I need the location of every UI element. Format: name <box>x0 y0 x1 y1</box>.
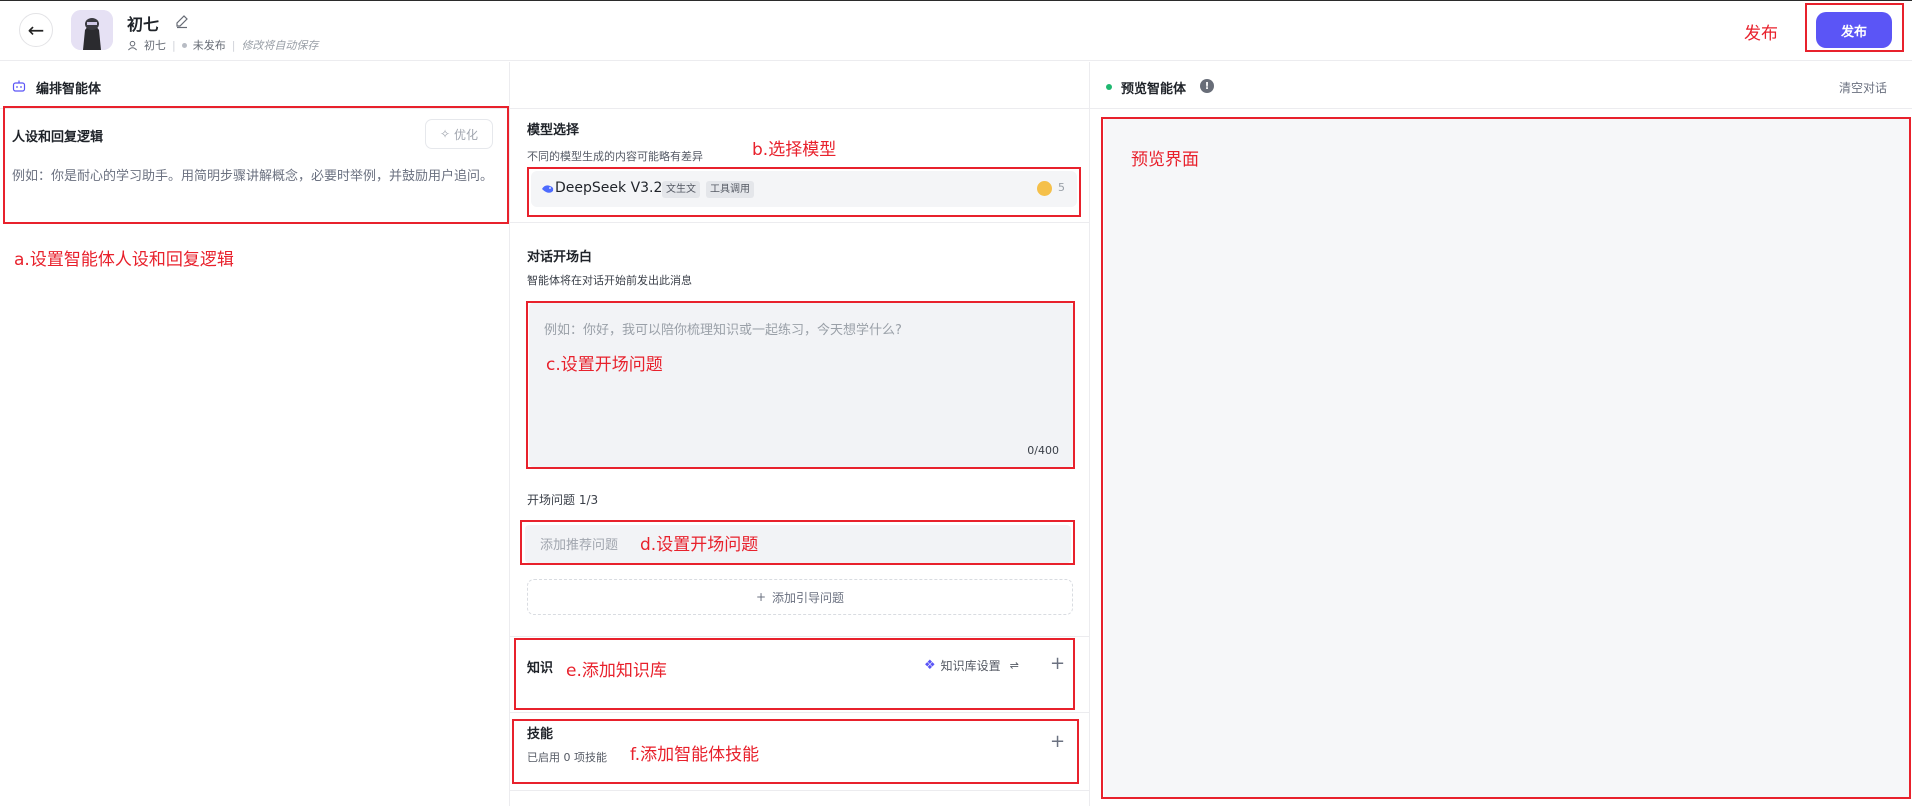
annotation-d: d.设置开场问题 <box>640 535 759 555</box>
section-divider <box>510 790 1090 791</box>
meta-divider: | <box>172 38 176 52</box>
section-divider <box>510 712 1090 713</box>
header-bar: ← 初七 初七 | 未发布 | 修改将自动保存 发布 <box>0 1 1912 61</box>
edit-icon[interactable] <box>174 13 190 29</box>
user-icon <box>128 40 137 50</box>
preview-header: 预览智能体 ! 清空对话 <box>1090 62 1912 109</box>
section-divider <box>510 222 1090 223</box>
annotation-e: e.添加知识库 <box>566 661 667 681</box>
annotation-box-d <box>520 520 1075 565</box>
annotation-publish: 发布 <box>1744 24 1778 44</box>
info-icon[interactable]: ! <box>1200 79 1214 93</box>
robot-icon <box>12 80 26 92</box>
online-status-dot <box>1106 84 1112 90</box>
opening-subtitle: 智能体将在对话开始前发出此消息 <box>527 274 692 287</box>
model-section-subtitle: 不同的模型生成的内容可能略有差异 <box>527 150 703 163</box>
opening-questions-title: 开场问题 1/3 <box>527 493 599 507</box>
annotation-box-publish <box>1805 3 1904 52</box>
back-button[interactable]: ← <box>19 13 53 47</box>
status-dot <box>181 42 187 48</box>
annotation-f: f.添加智能体技能 <box>630 745 760 765</box>
annotation-box-b <box>527 167 1081 217</box>
agent-avatar-icon <box>71 10 113 50</box>
annotation-box-a <box>3 106 509 224</box>
autosave-hint: 修改将自动保存 <box>241 39 319 52</box>
avatar[interactable] <box>71 10 113 50</box>
annotation-box-preview <box>1101 117 1911 799</box>
annotation-b: b.选择模型 <box>752 140 837 160</box>
annotation-c: c.设置开场问题 <box>546 355 663 375</box>
annotation-box-f <box>512 719 1079 784</box>
annotation-preview: 预览界面 <box>1131 150 1199 170</box>
owner-name: 初七 <box>144 39 166 52</box>
section-divider <box>510 636 1090 637</box>
agent-meta: 初七 | 未发布 | 修改将自动保存 <box>127 37 318 53</box>
add-guide-label: 添加引导问题 <box>772 590 845 605</box>
model-section-title: 模型选择 <box>527 123 580 138</box>
editor-section-header: 编排智能体 <box>0 62 1090 109</box>
editor-title: 编排智能体 <box>36 82 102 97</box>
add-guide-question-button[interactable]: + 添加引导问题 <box>527 579 1073 615</box>
meta-divider: | <box>231 38 236 52</box>
opening-title: 对话开场白 <box>527 250 593 265</box>
agent-name: 初七 <box>127 15 160 34</box>
preview-title: 预览智能体 <box>1121 82 1187 97</box>
annotation-box-c <box>526 301 1075 469</box>
plus-icon: + <box>755 590 767 604</box>
arrow-left-icon: ← <box>27 18 45 42</box>
clear-chat-button[interactable]: 清空对话 <box>1839 79 1887 96</box>
status-badge: 未发布 <box>192 39 226 52</box>
annotation-a: a.设置智能体人设和回复逻辑 <box>14 250 234 270</box>
